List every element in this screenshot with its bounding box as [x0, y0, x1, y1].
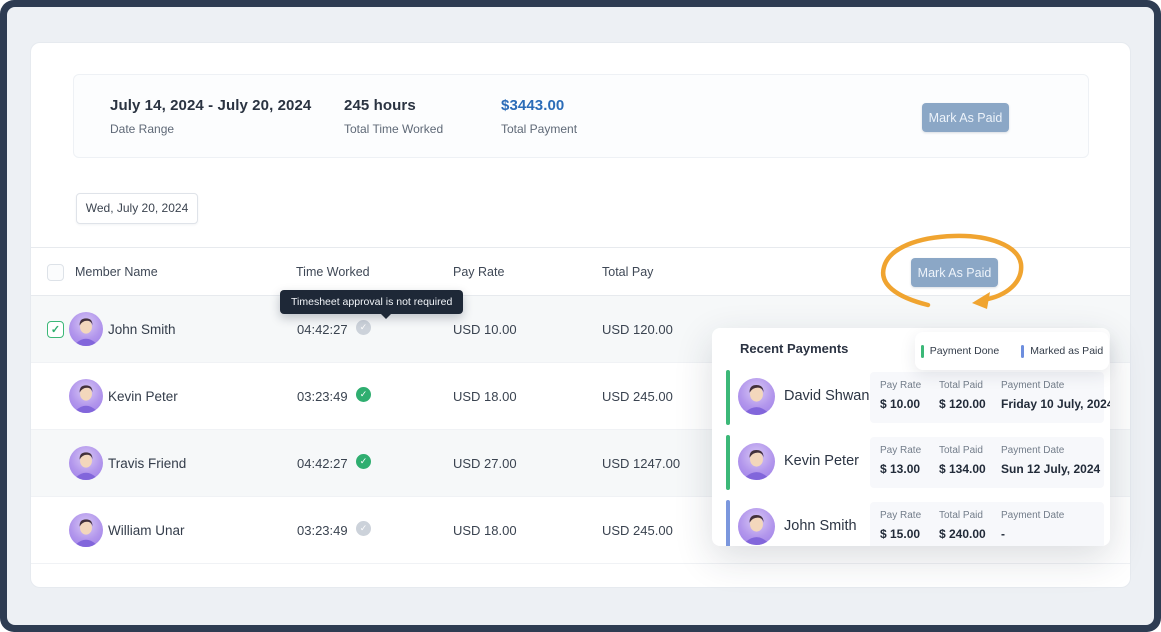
recent-payments-title: Recent Payments [740, 341, 848, 356]
summary-total-payment: $3443.00 Total Payment [501, 97, 577, 136]
total-time-value: 245 hours [344, 97, 443, 114]
payment-date-label: Payment Date [1001, 445, 1100, 456]
payment-date-value: - [1001, 527, 1064, 541]
payment-row[interactable]: David Shwan Pay Rate $ 10.00 Total Paid $ … [712, 365, 1110, 430]
pay-rate: USD 18.00 [453, 389, 517, 404]
check-icon: ✓ [51, 323, 60, 336]
time-worked: 04:42:27 [297, 322, 348, 337]
header-pay-rate: Pay Rate [453, 265, 504, 279]
date-range-label: Date Range [110, 122, 311, 136]
select-all-checkbox[interactable] [47, 264, 64, 281]
pay-rate: USD 27.00 [453, 456, 517, 471]
payment-row[interactable]: John Smith Pay Rate $ 15.00 Total Paid $ 2… [712, 495, 1110, 546]
approval-approved-icon[interactable]: ✓ [356, 454, 371, 469]
date-filter-chip[interactable]: Wed, July 20, 2024 [76, 193, 198, 224]
approval-pending-icon[interactable]: ✓ [356, 521, 371, 536]
pay-rate-label: Pay Rate [880, 445, 921, 456]
payment-stats: Pay Rate $ 13.00 Total Paid $ 134.00 Payme… [870, 437, 1104, 488]
total-paid-label: Total Paid [939, 380, 986, 391]
member-name: Kevin Peter [108, 389, 178, 404]
status-bar-payment-done [726, 370, 730, 425]
total-pay: USD 1247.00 [602, 456, 680, 471]
total-payment-value: $3443.00 [501, 97, 577, 114]
header-total-pay: Total Pay [602, 265, 653, 279]
pay-rate-label: Pay Rate [880, 510, 921, 521]
legend-color-payment-done [921, 345, 924, 358]
app-window-frame: July 14, 2024 - July 20, 2024 Date Range… [0, 0, 1161, 632]
payment-legend: Payment Done Marked as Paid [915, 332, 1109, 370]
mark-as-paid-button-table[interactable]: Mark As Paid [911, 258, 998, 287]
header-member-name: Member Name [75, 265, 158, 279]
member-name: Travis Friend [108, 456, 186, 471]
mark-as-paid-button-summary[interactable]: Mark As Paid [922, 103, 1009, 132]
avatar [69, 446, 103, 480]
payment-member-name: Kevin Peter [784, 453, 859, 469]
payment-member-name: David Shwan [784, 388, 869, 404]
table-header: Member Name Time Worked Pay Rate Total P… [31, 247, 1130, 296]
payment-date-value: Friday 10 July, 2024 [1001, 397, 1110, 411]
approval-tooltip: Timesheet approval is not required [280, 290, 463, 314]
total-payment-label: Total Payment [501, 122, 577, 136]
row-checkbox[interactable]: ✓ [47, 321, 64, 338]
total-paid-value: $ 134.00 [939, 462, 986, 476]
member-name: John Smith [108, 322, 176, 337]
summary-bar: July 14, 2024 - July 20, 2024 Date Range… [73, 74, 1089, 158]
total-paid-label: Total Paid [939, 510, 986, 521]
header-time-worked: Time Worked [296, 265, 370, 279]
time-worked: 04:42:27 [297, 456, 348, 471]
avatar [69, 312, 103, 346]
time-worked: 03:23:49 [297, 523, 348, 538]
payment-date-label: Payment Date [1001, 510, 1064, 521]
date-range-value: July 14, 2024 - July 20, 2024 [110, 97, 311, 114]
legend-color-marked-as-paid [1021, 345, 1024, 358]
avatar [738, 378, 775, 415]
payment-stats: Pay Rate $ 15.00 Total Paid $ 240.00 Payme… [870, 502, 1104, 546]
recent-payments-list: David Shwan Pay Rate $ 10.00 Total Paid $ … [712, 365, 1110, 546]
pay-rate-label: Pay Rate [880, 380, 921, 391]
avatar [69, 379, 103, 413]
total-time-label: Total Time Worked [344, 122, 443, 136]
summary-total-time: 245 hours Total Time Worked [344, 97, 443, 136]
avatar [69, 513, 103, 547]
payment-date-label: Payment Date [1001, 380, 1110, 391]
total-pay: USD 245.00 [602, 523, 673, 538]
page-background: July 14, 2024 - July 20, 2024 Date Range… [7, 7, 1154, 625]
total-paid-label: Total Paid [939, 445, 986, 456]
payment-row[interactable]: Kevin Peter Pay Rate $ 13.00 Total Paid $ … [712, 430, 1110, 495]
summary-date-range: July 14, 2024 - July 20, 2024 Date Range [110, 97, 311, 136]
avatar [738, 508, 775, 545]
payment-stats: Pay Rate$ 10.00 Total Paid$ 120.00 Payme… [870, 372, 1104, 423]
payment-date-value: Sun 12 July, 2024 [1001, 462, 1100, 476]
pay-rate-value: $ 15.00 [880, 527, 921, 541]
legend-payment-done: Payment Done [921, 345, 999, 358]
time-worked: 03:23:49 [297, 389, 348, 404]
total-pay: USD 120.00 [602, 322, 673, 337]
payment-member-name: John Smith [784, 518, 857, 534]
pay-rate-value: $ 13.00 [880, 462, 921, 476]
status-bar-marked-as-paid [726, 500, 730, 546]
avatar [738, 443, 775, 480]
total-paid-value: $ 120.00 [939, 397, 986, 411]
total-pay: USD 245.00 [602, 389, 673, 404]
pay-rate-value: $ 10.00 [880, 397, 921, 411]
legend-marked-as-paid: Marked as Paid [1021, 345, 1103, 358]
approval-approved-icon[interactable]: ✓ [356, 387, 371, 402]
approval-pending-icon[interactable]: ✓ [356, 320, 371, 335]
total-paid-value: $ 240.00 [939, 527, 986, 541]
member-name: William Unar [108, 523, 185, 538]
pay-rate: USD 18.00 [453, 523, 517, 538]
pay-rate: USD 10.00 [453, 322, 517, 337]
status-bar-payment-done [726, 435, 730, 490]
